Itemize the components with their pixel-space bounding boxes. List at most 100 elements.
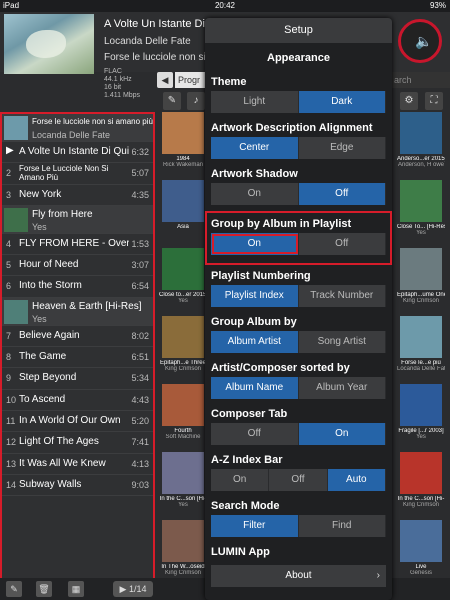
playlist-track[interactable]: 8 The Game 6:51 <box>2 347 153 369</box>
playlist-track[interactable]: 7 Believe Again 8:02 <box>2 326 153 348</box>
segment-option[interactable]: Album Name <box>211 377 299 399</box>
album-tile[interactable]: Close to...er 2015] Yes <box>159 248 207 304</box>
setting-label: Artwork Description Alignment <box>211 122 373 134</box>
gear-icon[interactable]: ⚙ <box>400 92 418 110</box>
album-tile[interactable]: Anderso...er 2015] Anderson, H owe <box>397 112 445 168</box>
segmented-control: Light Dark <box>211 91 386 113</box>
segment-option[interactable]: Off <box>269 469 328 491</box>
track-counter[interactable]: ▶ 1/14 <box>113 581 153 597</box>
setting-label: Group Album by <box>211 316 297 328</box>
segment-option[interactable]: Off <box>298 233 386 255</box>
segment-option[interactable]: Filter <box>211 515 299 537</box>
segmented-control: On Off <box>211 233 386 255</box>
album-title: Heaven & Earth [Hi-Res] <box>32 300 142 312</box>
album-tile-artist: King Crimson <box>164 570 201 576</box>
segment-option[interactable]: Dark <box>298 91 386 113</box>
setting-search-mode: Search Mode Filter Find <box>205 497 392 537</box>
back-arrow-icon[interactable]: ◀ <box>157 72 173 88</box>
playlist-track[interactable]: 13 It Was All We Knew 4:13 <box>2 454 153 475</box>
album-tile[interactable]: Fragile [...r 2003] Yes <box>397 384 445 440</box>
about-button[interactable]: About › <box>211 565 386 587</box>
playlist-track[interactable]: 2 Forse Le Lucciole Non Si Amano Più 5:07 <box>2 163 153 185</box>
setting-label: Theme <box>211 76 247 88</box>
segment-option[interactable]: Edge <box>298 137 386 159</box>
album-tile[interactable]: Epitaph...e Three King Crimson <box>159 316 207 372</box>
playlist-track[interactable]: 11 In A World Of Our Own 5:20 <box>2 411 153 433</box>
track-number: 8 <box>6 352 12 363</box>
volume-button[interactable]: 🔈 <box>398 19 442 63</box>
album-tile[interactable]: In the C...son [Hi- Yes <box>159 452 207 508</box>
segment-option[interactable]: Auto <box>327 469 386 491</box>
segment-option[interactable]: Light <box>211 91 299 113</box>
search-input[interactable]: arch <box>391 72 450 88</box>
playlist-track[interactable]: 9 Step Beyond 5:34 <box>2 368 153 390</box>
album-tile-artist: Yes <box>416 230 426 236</box>
guitar-icon[interactable]: ♪ <box>187 92 205 110</box>
playlist-track[interactable]: 5 Hour of Need 3:07 <box>2 255 153 277</box>
album-cover <box>162 180 204 222</box>
pencil-icon[interactable]: ✎ <box>163 92 181 110</box>
playlist-track[interactable]: 3 New York 4:35 <box>2 185 153 206</box>
track-number: ▶ <box>6 145 14 156</box>
segmented-control: Album Name Album Year <box>211 377 386 399</box>
album-cover <box>162 384 204 426</box>
segment-option[interactable]: Off <box>298 183 386 205</box>
segment-option[interactable]: Track Number <box>298 285 386 307</box>
edit-icon[interactable]: ✎ <box>6 581 22 597</box>
album-tile[interactable]: Fourth Soft Machine <box>159 384 207 440</box>
album-thumbnail <box>4 207 28 232</box>
album-tile[interactable]: Epitaph...ume One King Crimson <box>397 248 445 304</box>
track-duration: 5:34 <box>131 373 149 384</box>
playlist-track[interactable]: 6 Into the Storm 6:54 <box>2 276 153 298</box>
album-cover <box>162 316 204 358</box>
setup-title: Setup <box>205 18 392 43</box>
segment-option[interactable]: Center <box>211 137 299 159</box>
segment-option[interactable]: Find <box>298 515 386 537</box>
segment-option[interactable]: Album Artist <box>211 331 299 353</box>
album-tile[interactable]: 1984 Rick Wakeman <box>159 112 207 168</box>
album-cover <box>400 112 442 154</box>
album-cover <box>162 520 204 562</box>
playlist-track[interactable]: 14 Subway Walls 9:03 <box>2 475 153 497</box>
now-playing-artwork[interactable] <box>4 14 94 74</box>
segment-option[interactable]: On <box>211 469 270 491</box>
album-tile[interactable]: Close To... [Hi-Res] Yes <box>397 180 445 236</box>
album-tile-artist: Genesis <box>409 570 432 576</box>
playlist-track[interactable]: 12 Light Of The Ages 7:41 <box>2 432 153 454</box>
format-codec: FLAC <box>104 68 122 75</box>
format-bitrate: 1.411 Mbps <box>104 92 141 99</box>
track-count: 1/14 <box>128 584 147 594</box>
album-tile-artist: Yes <box>178 298 188 304</box>
playlist-album-header[interactable]: Fly from Here Yes <box>2 205 153 234</box>
segment-option[interactable]: Playlist Index <box>211 285 299 307</box>
segment-option[interactable]: On <box>211 233 299 255</box>
segment-option[interactable]: Off <box>211 423 299 445</box>
album-tile-artist: King Crimson <box>164 366 201 372</box>
album-cover <box>400 384 442 426</box>
playlist-track[interactable]: 10 To Ascend 4:43 <box>2 390 153 411</box>
segment-option[interactable]: Song Artist <box>298 331 386 353</box>
playlist-track[interactable]: 4 FLY FROM HERE - Overture1:53 <box>2 234 153 256</box>
setting-artwork-description-alignment: Artwork Description Alignment Center Edge <box>205 119 392 159</box>
format-info: FLAC 44.1 kHz 16 bit 1.411 Mbps <box>104 68 140 100</box>
track-number: 6 <box>6 281 12 292</box>
playlist-track[interactable]: ▶ A Volte Un Istante Di Quiete6:32 <box>2 142 153 164</box>
album-tile[interactable]: Asia <box>159 180 207 230</box>
track-title: It Was All We Knew <box>19 457 106 469</box>
album-tile[interactable]: In The W...oseid King Crimson <box>159 520 207 576</box>
album-tile[interactable]: In the C...son [Hi- King Crimson <box>397 452 445 508</box>
save-playlist-icon[interactable]: ▦ <box>68 581 84 597</box>
track-number: 10 <box>6 394 17 405</box>
fullscreen-icon[interactable]: ⛶ <box>425 92 443 110</box>
about-label: About <box>285 570 312 581</box>
playlist-album-header[interactable]: Forse le lucciole non si amano più Locand… <box>2 114 153 142</box>
segment-option[interactable]: On <box>298 423 386 445</box>
album-tile[interactable]: Live Genesis <box>397 520 445 576</box>
trash-icon[interactable]: 🗑 <box>36 581 52 597</box>
album-tile[interactable]: Forse le...e più Locanda Delle Fate <box>397 316 445 372</box>
segment-option[interactable]: On <box>211 183 299 205</box>
album-cover <box>400 316 442 358</box>
segmented-control: Off On <box>211 423 386 445</box>
segment-option[interactable]: Album Year <box>298 377 386 399</box>
playlist-album-header[interactable]: Heaven & Earth [Hi-Res] Yes <box>2 297 153 326</box>
